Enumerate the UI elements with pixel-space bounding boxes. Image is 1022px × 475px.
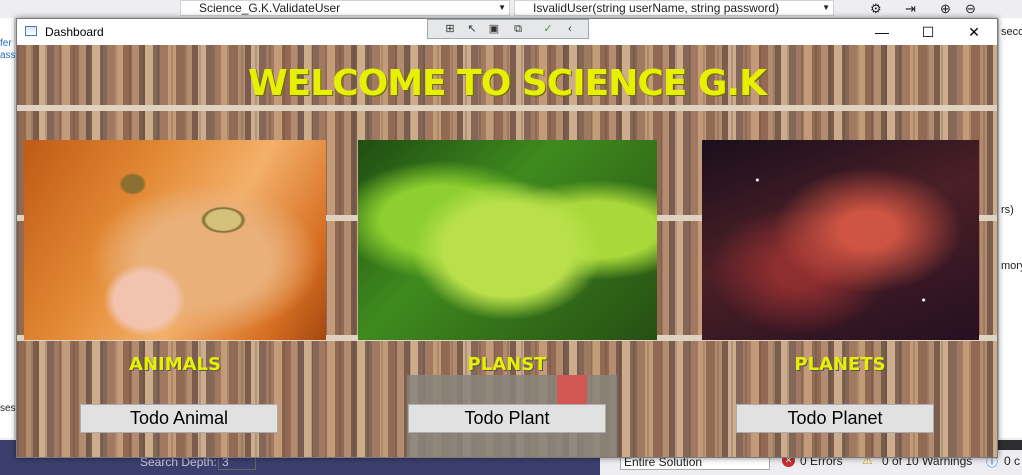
- todo-plant-button[interactable]: Todo Plant: [408, 404, 606, 433]
- window-title: Dashboard: [45, 25, 104, 39]
- zoom-in-icon[interactable]: ⊕: [940, 1, 951, 17]
- class-navigation-combo[interactable]: Science_G.K.ValidateUser ▼: [180, 0, 510, 16]
- planet-image: [702, 140, 979, 340]
- editor-text: ses: [0, 403, 16, 414]
- side-panel: seco rs) mory: [998, 18, 1022, 438]
- class-combo-value: Science_G.K.ValidateUser: [199, 1, 341, 15]
- member-navigation-combo[interactable]: IsvalidUser(string userName, string pass…: [514, 0, 834, 16]
- todo-animal-button[interactable]: Todo Animal: [80, 404, 278, 433]
- close-button[interactable]: ✕: [951, 19, 997, 45]
- page-title: WELCOME TO SCIENCE G.K: [247, 63, 767, 104]
- side-panel-text: rs): [1001, 204, 1014, 216]
- chevron-down-icon: ▼: [498, 3, 506, 12]
- live-tree-icon[interactable]: ⊞: [442, 22, 458, 36]
- gear-icon[interactable]: ⚙: [870, 1, 882, 17]
- dashboard-window: Dashboard ⊞ ↖ ▣ ⧉ ✓ ‹ — ☐ ✕ WELCOME TO S…: [16, 18, 998, 458]
- xaml-debug-toolbar: ⊞ ↖ ▣ ⧉ ✓ ‹: [427, 19, 589, 39]
- animal-image: [24, 140, 326, 340]
- plant-image: [358, 140, 657, 340]
- layout-adorner-icon[interactable]: ▣: [486, 22, 502, 36]
- editor-text: ass: [0, 50, 16, 61]
- side-panel-text: mory: [1001, 260, 1022, 272]
- messages-filter[interactable]: 0 c: [1004, 454, 1020, 468]
- select-element-icon[interactable]: ↖: [464, 22, 480, 36]
- maximize-button[interactable]: ☐: [905, 19, 951, 45]
- side-panel-text: seco: [1001, 26, 1022, 38]
- minimize-button[interactable]: —: [859, 19, 905, 45]
- app-icon: [25, 26, 37, 36]
- vs-toolbar: Science_G.K.ValidateUser ▼ IsvalidUser(s…: [0, 0, 1022, 19]
- planets-label: PLANETS: [794, 354, 886, 375]
- check-icon[interactable]: ✓: [540, 22, 556, 36]
- chevron-down-icon: ▼: [822, 3, 830, 12]
- todo-planet-button[interactable]: Todo Planet: [736, 404, 934, 433]
- editor-margin: fer ass ses: [0, 18, 16, 438]
- zoom-out-icon[interactable]: ⊖: [965, 1, 976, 17]
- chevron-left-icon[interactable]: ‹: [562, 22, 578, 36]
- editor-text: fer: [0, 38, 12, 49]
- member-combo-value: IsvalidUser(string userName, string pass…: [533, 1, 780, 15]
- exit-icon[interactable]: ⇥: [905, 1, 916, 17]
- title-bar[interactable]: Dashboard ⊞ ↖ ▣ ⧉ ✓ ‹ — ☐ ✕: [17, 19, 997, 45]
- track-focus-icon[interactable]: ⧉: [510, 22, 526, 36]
- plants-label: PLANST: [467, 354, 547, 375]
- animals-label: ANIMALS: [129, 354, 221, 375]
